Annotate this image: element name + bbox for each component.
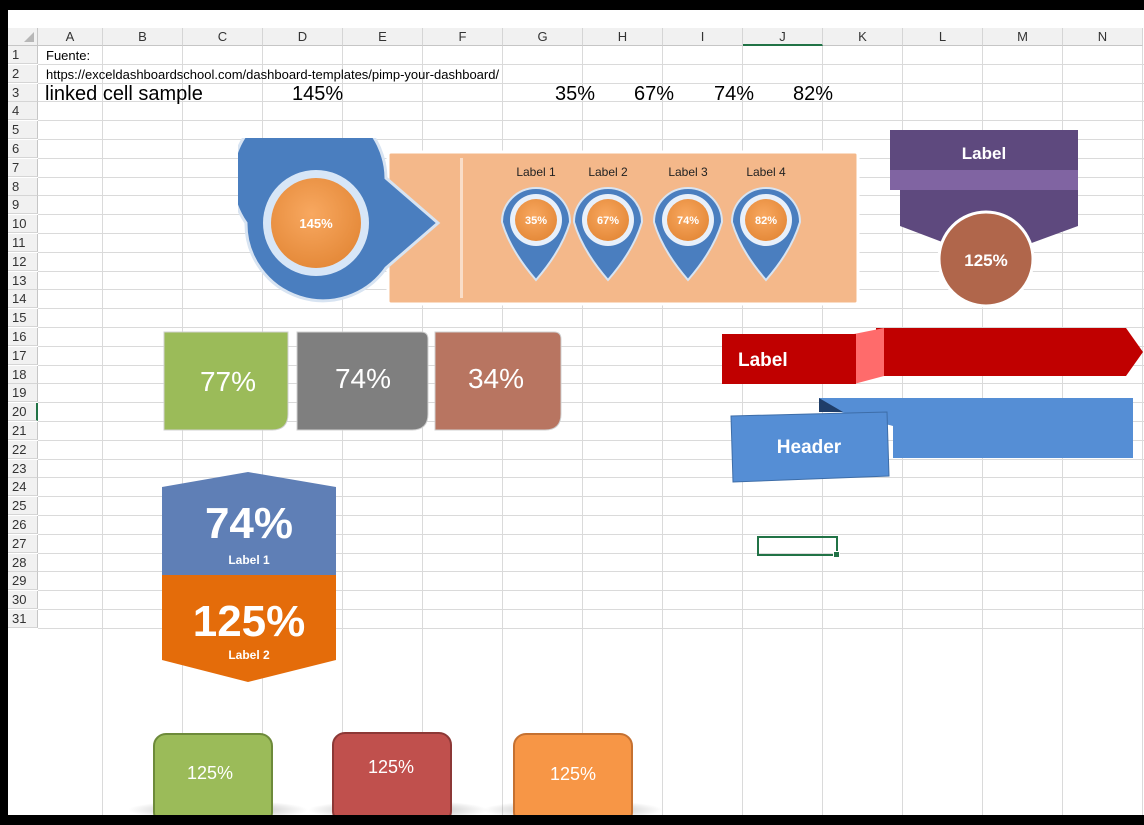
row-header-14[interactable]: 14 (8, 290, 38, 308)
row-header-28[interactable]: 28 (8, 554, 38, 572)
column-header-j[interactable]: J (743, 28, 823, 46)
gridline-horizontal (38, 120, 1144, 121)
purple-badge-value: 125% (964, 251, 1007, 270)
purple-badge-shape[interactable]: Label 125% (888, 130, 1088, 315)
selected-cell-j20[interactable] (757, 536, 840, 558)
row-header-4[interactable]: 4 (8, 102, 38, 120)
bottom-buttons[interactable]: 125% 125% 125% (108, 720, 668, 815)
pin-label: Label 2 (588, 165, 628, 179)
row-header-17[interactable]: 17 (8, 347, 38, 365)
row-header-6[interactable]: 6 (8, 140, 38, 158)
row-header-22[interactable]: 22 (8, 441, 38, 459)
row-header-26[interactable]: 26 (8, 516, 38, 534)
pin-panel-shape[interactable]: 145% Label 1 35% Label 2 67% Label 3 74% Label… (238, 138, 868, 308)
value-tiles[interactable]: 77% 74% 34% (158, 328, 578, 438)
column-header-m[interactable]: M (983, 28, 1063, 46)
red-ribbon-shape[interactable]: Label (718, 324, 1144, 394)
row-header-10[interactable]: 10 (8, 215, 38, 233)
pin-panel-divider (460, 158, 463, 298)
tile-gray-value: 74% (335, 363, 391, 394)
cell-h3[interactable]: 67% (600, 83, 674, 106)
hexagon-bottom-label: Label 2 (228, 648, 270, 662)
purple-badge-band (890, 170, 1078, 190)
pin-value: 67% (597, 215, 619, 227)
column-header-f[interactable]: F (423, 28, 503, 46)
cell-a1[interactable]: Fuente: (46, 48, 90, 63)
row-header-20[interactable]: 20 (8, 403, 38, 421)
row-header-7[interactable]: 7 (8, 159, 38, 177)
column-header-l[interactable]: L (903, 28, 983, 46)
cell-g3[interactable]: 35% (521, 83, 595, 106)
blue-ribbon-label: Header (777, 437, 842, 458)
cell-a3[interactable]: linked cell sample (45, 83, 203, 106)
cell-d3[interactable]: 145% (292, 83, 343, 106)
button-red-value: 125% (368, 757, 414, 777)
hexagon-kpi-shape[interactable]: 74% Label 1 125% Label 2 (158, 470, 348, 685)
tile-brown-value: 34% (468, 363, 524, 394)
red-ribbon-fold (854, 328, 884, 384)
pin-label: Label 1 (516, 165, 556, 179)
cell-a2[interactable]: https://exceldashboardschool.com/dashboa… (46, 67, 499, 82)
row-header-8[interactable]: 8 (8, 178, 38, 196)
select-all-corner[interactable] (8, 28, 38, 46)
row-header-19[interactable]: 19 (8, 384, 38, 402)
row-header-24[interactable]: 24 (8, 478, 38, 496)
spreadsheet-grid[interactable]: ABCDEFGHIJKLMN 1 2 3 4 5 6 7 8 9 10 11 12 13 14 15 16 17… (8, 10, 1144, 815)
hexagon-top-value: 74% (205, 499, 293, 548)
column-header-d[interactable]: D (263, 28, 343, 46)
button-orange-value: 125% (550, 764, 596, 784)
purple-badge-label: Label (962, 144, 1006, 163)
column-header-b[interactable]: B (103, 28, 183, 46)
gridline-horizontal (38, 64, 1144, 65)
main-pin-value: 145% (299, 216, 333, 231)
row-header-3[interactable]: 3 (8, 84, 38, 102)
column-header-n[interactable]: N (1063, 28, 1143, 46)
row-header-30[interactable]: 30 (8, 591, 38, 609)
hexagon-top-label: Label 1 (228, 553, 270, 567)
column-header-e[interactable]: E (343, 28, 423, 46)
red-ribbon-tail (876, 328, 1143, 376)
row-header-25[interactable]: 25 (8, 497, 38, 515)
column-header-a[interactable]: A (38, 28, 103, 46)
row-header-27[interactable]: 27 (8, 535, 38, 553)
hexagon-bottom-value: 125% (193, 597, 306, 646)
row-header-9[interactable]: 9 (8, 196, 38, 214)
row-header-13[interactable]: 13 (8, 272, 38, 290)
row-header-12[interactable]: 12 (8, 253, 38, 271)
row-header-15[interactable]: 15 (8, 309, 38, 327)
row-header-31[interactable]: 31 (8, 610, 38, 628)
row-header-29[interactable]: 29 (8, 572, 38, 590)
cell-i3[interactable]: 74% (680, 83, 754, 106)
pin-label: Label 4 (746, 165, 786, 179)
row-header-18[interactable]: 18 (8, 366, 38, 384)
row-header-11[interactable]: 11 (8, 234, 38, 252)
row-header-5[interactable]: 5 (8, 121, 38, 139)
gridline-vertical (102, 46, 103, 815)
pin-value: 82% (755, 215, 777, 227)
pin-value: 35% (525, 215, 547, 227)
button-green-value: 125% (187, 763, 233, 783)
pin-label: Label 3 (668, 165, 708, 179)
column-header-k[interactable]: K (823, 28, 903, 46)
column-header-h[interactable]: H (583, 28, 663, 46)
column-header-i[interactable]: I (663, 28, 743, 46)
pin-value: 74% (677, 215, 699, 227)
column-header-g[interactable]: G (503, 28, 583, 46)
row-header-21[interactable]: 21 (8, 422, 38, 440)
red-ribbon-label: Label (738, 350, 788, 371)
row-header-1[interactable]: 1 (8, 46, 38, 64)
cell-j3[interactable]: 82% (759, 83, 833, 106)
tile-green-value: 77% (200, 366, 256, 397)
blue-ribbon-shape[interactable]: Header (723, 396, 1143, 486)
column-header-c[interactable]: C (183, 28, 263, 46)
row-header-16[interactable]: 16 (8, 328, 38, 346)
row-header-23[interactable]: 23 (8, 460, 38, 478)
row-header-2[interactable]: 2 (8, 65, 38, 83)
